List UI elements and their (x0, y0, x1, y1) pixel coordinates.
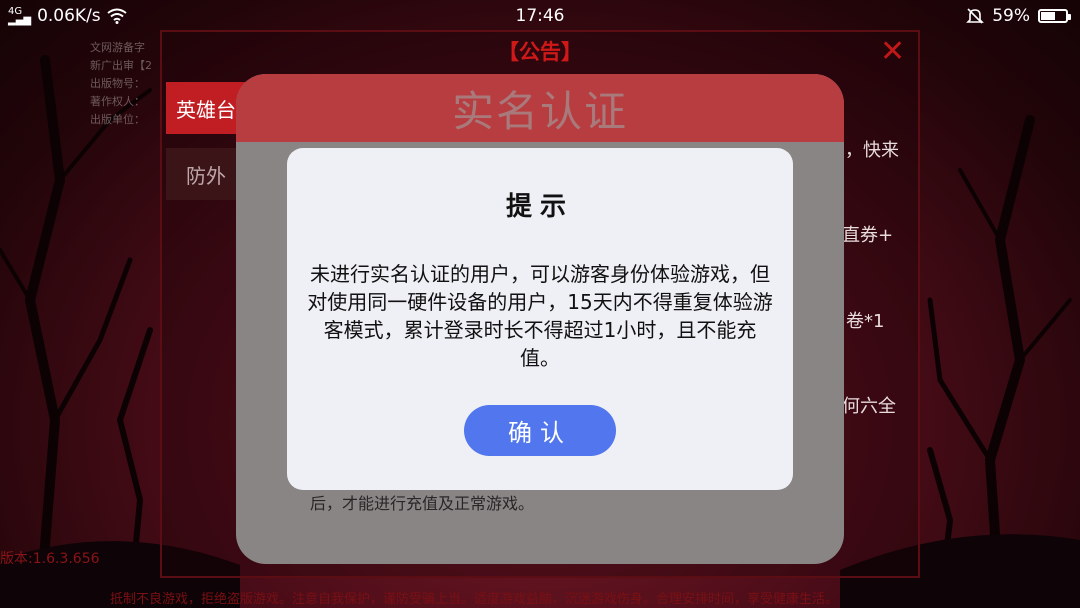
license-info-4: 著作权人： (90, 95, 145, 108)
license-info-3: 出版物号： (90, 77, 145, 90)
health-notice: 抵制不良游戏，拒绝盗版游戏。注意自我保护，谨防受骗上当。适度游戏益脑，沉迷游戏伤… (110, 592, 839, 607)
license-info-5: 出版单位： (90, 113, 145, 126)
battery-icon (1038, 9, 1071, 23)
version-label: 版本:1.6.3.656 (0, 551, 100, 567)
mute-bell-icon (966, 8, 985, 24)
close-x-icon[interactable]: ✕ (880, 34, 905, 69)
battery-fill (1041, 12, 1056, 20)
status-bar: 4G ▂▄▆ 0.06K/s 17:46 59% (0, 0, 1080, 32)
announcement-snippet-3: 卷*1 (846, 311, 885, 332)
realname-header: 实名认证 (236, 74, 844, 142)
announcement-snippet-2: 直券+ (842, 225, 894, 246)
announcement-snippet-1: ，快来 (845, 140, 899, 161)
dialog-title: 提示 (505, 192, 574, 222)
tab-heroes[interactable]: 英雄台 (166, 82, 246, 134)
realname-body-text: 后，才能进行充值及正常游戏。 (310, 494, 535, 513)
announcement-title: 【公告】 (498, 40, 582, 64)
tab-defense[interactable]: 防外 (166, 148, 246, 200)
battery-percent: 59% (992, 6, 1030, 26)
clock: 17:46 (515, 6, 565, 26)
tip-dialog: 提示 未进行实名认证的用户，可以游客身份体验游戏，但对使用同一硬件设备的用户，1… (287, 148, 793, 490)
confirm-button[interactable]: 确认 (464, 405, 616, 456)
dialog-message: 未进行实名认证的用户，可以游客身份体验游戏，但对使用同一硬件设备的用户，15天内… (307, 262, 773, 370)
announcement-snippet-4: 何六全 (842, 396, 896, 417)
